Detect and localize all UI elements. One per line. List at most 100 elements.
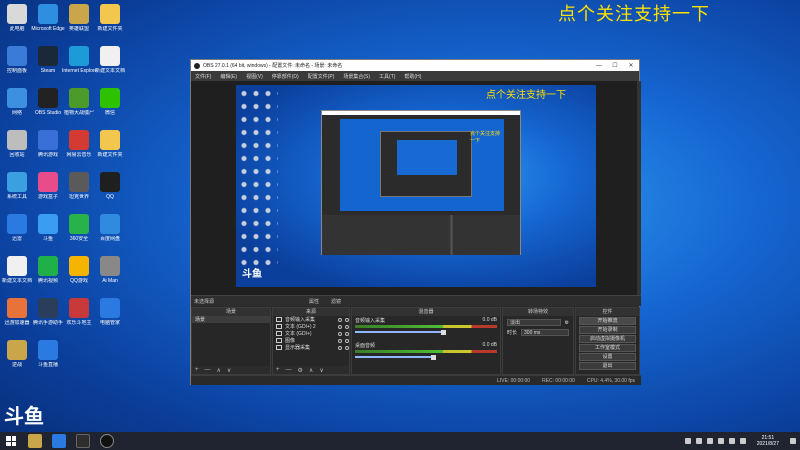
user-icon[interactable] <box>684 438 691 444</box>
desktop-icon[interactable]: QQ <box>93 172 127 200</box>
menu-edit[interactable]: 编辑(E) <box>220 73 237 80</box>
close-button[interactable]: ✕ <box>623 62 639 69</box>
menu-scene-collection[interactable]: 场景集合(S) <box>343 73 370 80</box>
desktop-icon[interactable]: 新建文本文档 <box>0 256 34 284</box>
menu-file[interactable]: 文件(F) <box>195 73 211 80</box>
taskbar-app-icon[interactable] <box>28 434 42 448</box>
lock-icon[interactable] <box>345 345 349 350</box>
volume-icon[interactable] <box>728 438 735 444</box>
desktop-icon[interactable]: 坦克世界 <box>62 172 96 200</box>
desktop-icon[interactable]: 斗鱼 <box>31 214 65 242</box>
menu-help[interactable]: 帮助(H) <box>404 73 421 80</box>
desktop-icon[interactable]: Ai Man <box>93 256 127 284</box>
clock[interactable]: 21:51 2021/8/27 <box>757 435 779 447</box>
network-icon[interactable] <box>717 438 724 444</box>
scene-item[interactable]: 场景 <box>192 316 270 323</box>
desktop-icon[interactable]: 微信 <box>93 88 127 116</box>
obs-title-bar[interactable]: OBS 27.0.1 (64 bit, windows) - 配置文件: 未命名… <box>191 60 639 71</box>
desktop-icon[interactable]: 百度网盘 <box>93 214 127 242</box>
menu-tools[interactable]: 工具(T) <box>379 73 395 80</box>
desktop-icon[interactable]: Steam <box>31 46 65 74</box>
desktop-icon[interactable]: 回收站 <box>0 130 34 158</box>
desktop-icon[interactable]: 新建文本文档 <box>93 46 127 74</box>
fader-knob[interactable] <box>441 329 447 335</box>
fader-knob[interactable] <box>431 354 437 360</box>
desktop-icon[interactable]: 360安全 <box>62 214 96 242</box>
desktop-icon[interactable]: 控制面板 <box>0 46 34 74</box>
eye-icon[interactable] <box>338 317 342 322</box>
source-item[interactable]: 显示器采集 <box>273 344 349 351</box>
desktop-icon[interactable]: 逆战 <box>0 340 34 368</box>
preview-area[interactable]: 点个关注支持一下 点个关注支持一下 斗鱼 <box>191 81 641 295</box>
properties-button[interactable]: 属性 <box>309 298 319 305</box>
transition-select[interactable]: 淡出 <box>507 319 561 326</box>
volume-fader[interactable] <box>355 329 497 335</box>
source-item[interactable]: 音频输入采集 <box>273 316 349 323</box>
start-streaming-button[interactable]: 开始推流 <box>579 317 636 325</box>
filters-button[interactable]: 滤镜 <box>331 298 341 305</box>
lock-icon[interactable] <box>345 317 349 322</box>
move-up-button[interactable]: ∧ <box>309 367 313 374</box>
exit-button[interactable]: 退出 <box>579 362 636 370</box>
desktop-icon[interactable]: 腾讯手游助手 <box>31 298 65 326</box>
lock-icon[interactable] <box>345 331 349 336</box>
desktop-icon[interactable]: 腾讯游戏 <box>31 130 65 158</box>
desktop-icon[interactable]: 网易云音乐 <box>62 130 96 158</box>
add-source-button[interactable]: + <box>276 367 280 373</box>
maximize-button[interactable]: ☐ <box>607 62 623 69</box>
desktop-icon[interactable]: 迅雷 <box>0 214 34 242</box>
menu-view[interactable]: 视图(V) <box>246 73 263 80</box>
studio-mode-button[interactable]: 工作室模式 <box>579 344 636 352</box>
virtual-camera-button[interactable]: 启动虚拟摄像机 <box>579 335 636 343</box>
move-down-button[interactable]: ∨ <box>227 367 231 374</box>
move-up-button[interactable]: ∧ <box>217 367 221 374</box>
desktop-icon[interactable]: 新建文件夹 <box>93 4 127 32</box>
desktop-icon[interactable]: 迅游加速器 <box>0 298 34 326</box>
lock-icon[interactable] <box>345 324 349 329</box>
volume-fader[interactable] <box>355 354 497 360</box>
obs-window[interactable]: OBS 27.0.1 (64 bit, windows) - 配置文件: 未命名… <box>190 59 641 385</box>
preview-scrollbar[interactable] <box>637 81 641 295</box>
desktop-icon[interactable]: 网络 <box>0 88 34 116</box>
source-item[interactable]: 文本 (GDI+) 2 <box>273 323 349 330</box>
desktop-icon[interactable]: 斗鱼直播 <box>31 340 65 368</box>
eye-icon[interactable] <box>338 345 342 350</box>
desktop-icon[interactable]: 植物大战僵尸 <box>62 88 96 116</box>
preview-canvas[interactable]: 点个关注支持一下 点个关注支持一下 斗鱼 <box>236 85 596 287</box>
desktop-icon[interactable]: 英雄联盟 <box>62 4 96 32</box>
desktop-icon[interactable]: 系统工具 <box>0 172 34 200</box>
source-item[interactable]: 图像 <box>273 337 349 344</box>
lock-icon[interactable] <box>345 338 349 343</box>
desktop-icon[interactable]: 此电脑 <box>0 4 34 32</box>
transition-settings-icon[interactable]: ⚙ <box>565 320 569 326</box>
taskbar-app-icon[interactable] <box>76 434 90 448</box>
settings-button[interactable]: 设置 <box>579 353 636 361</box>
eye-icon[interactable] <box>338 324 342 329</box>
duration-input[interactable]: 300 ms <box>521 329 569 336</box>
desktop-icon[interactable]: 新建文件夹 <box>93 130 127 158</box>
source-item[interactable]: 文本 (GDI+) <box>273 330 349 337</box>
desktop-icon[interactable]: 游戏盒子 <box>31 172 65 200</box>
shield-icon[interactable] <box>695 438 702 444</box>
eye-icon[interactable] <box>338 338 342 343</box>
add-scene-button[interactable]: + <box>195 367 199 373</box>
desktop-icon[interactable]: QQ游戏 <box>62 256 96 284</box>
menu-profile[interactable]: 配置文件(P) <box>308 73 335 80</box>
desktop-icon[interactable]: 腾讯视频 <box>31 256 65 284</box>
minimize-button[interactable]: — <box>591 63 607 69</box>
start-recording-button[interactable]: 开始录制 <box>579 326 636 334</box>
eye-icon[interactable] <box>338 331 342 336</box>
obs-taskbar-icon[interactable] <box>100 434 114 448</box>
chevron-up-icon[interactable] <box>706 438 713 444</box>
desktop-icon[interactable]: 欢乐斗地主 <box>62 298 96 326</box>
desktop-icon[interactable]: 电脑管家 <box>93 298 127 326</box>
notification-icon[interactable] <box>790 438 796 444</box>
desktop-icon[interactable]: Microsoft Edge <box>31 4 65 32</box>
desktop-icon[interactable]: Internet Explorer <box>62 46 96 74</box>
menu-docks[interactable]: 停靠部件(D) <box>272 73 299 80</box>
remove-scene-button[interactable]: — <box>205 367 211 373</box>
start-button[interactable] <box>4 434 18 448</box>
move-down-button[interactable]: ∨ <box>319 367 323 374</box>
ime-icon[interactable] <box>739 438 746 444</box>
taskbar-app-icon[interactable] <box>52 434 66 448</box>
